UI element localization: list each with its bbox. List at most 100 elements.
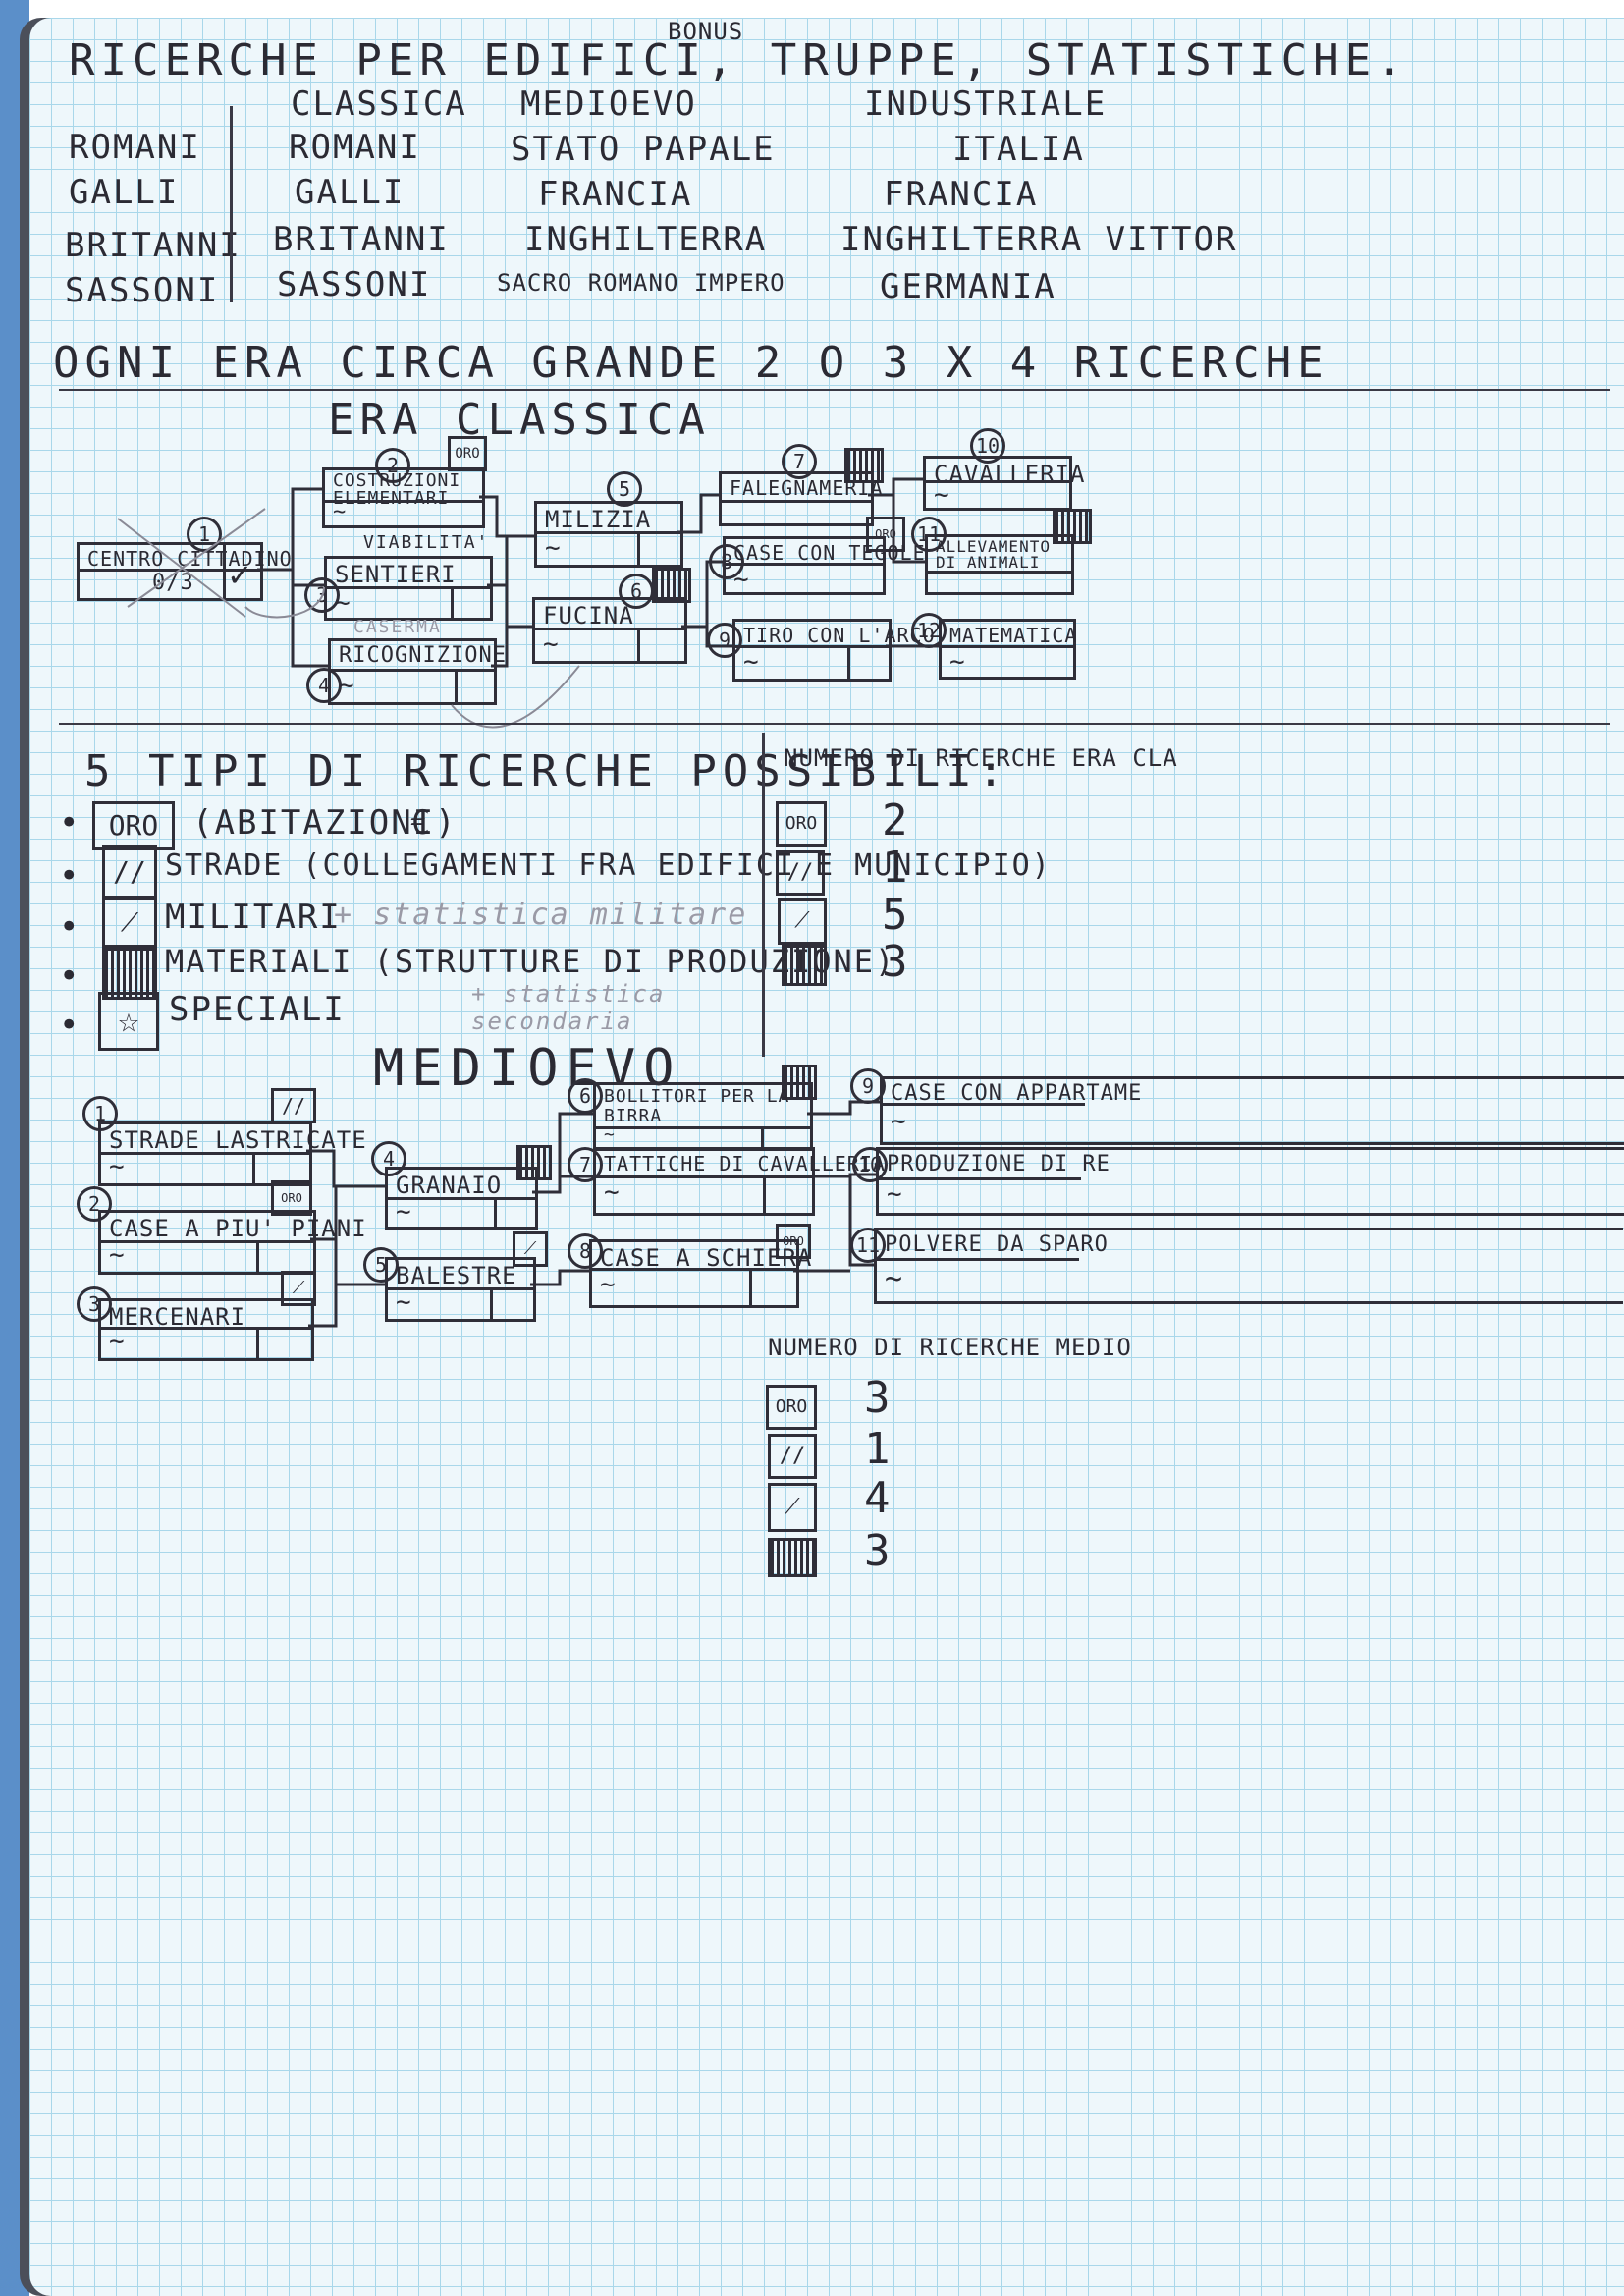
wave-icon: ~ bbox=[543, 629, 559, 659]
count-value: 3 bbox=[864, 1526, 896, 1576]
count-value: 4 bbox=[864, 1473, 896, 1523]
count-value: 3 bbox=[882, 937, 914, 987]
civ-left-4: SASSONI bbox=[65, 271, 220, 310]
count-divider bbox=[762, 733, 765, 1057]
node-note: VIABILITA' bbox=[363, 532, 490, 553]
wave-icon: ~ bbox=[885, 1262, 903, 1296]
materials-count-icon bbox=[782, 945, 827, 986]
road-badge-icon: // bbox=[271, 1088, 316, 1123]
industriale-item-1: ITALIA bbox=[952, 130, 1085, 169]
wave-icon: ~ bbox=[600, 1270, 616, 1299]
section-divider-1 bbox=[59, 389, 1610, 391]
type-text: MILITARI bbox=[165, 898, 342, 937]
wave-icon: ~ bbox=[887, 1179, 902, 1209]
sword-count-icon: ⟋ bbox=[778, 898, 827, 945]
node-label: CASE A PIU' PIANI bbox=[109, 1215, 367, 1242]
wave-icon: ~ bbox=[339, 671, 354, 700]
medioevo-item-4: SACRO ROMANO IMPERO bbox=[497, 269, 785, 297]
node-label: CASE CON TEGOLE bbox=[733, 541, 926, 565]
wave-icon: ~ bbox=[109, 1327, 125, 1356]
wave-icon: ~ bbox=[604, 1177, 620, 1207]
civ-divider bbox=[230, 106, 233, 302]
research-node-centro-cittadino: CENTRO CITTADINO 0/3 ✓ bbox=[77, 542, 292, 601]
research-node-milizia: MILIZIA ~ bbox=[534, 501, 683, 568]
node-label: ALLEVAMENTO DI ANIMALI bbox=[936, 537, 1051, 572]
type-text: STRADE (COLLEGAMENTI FRA EDIFICI E MUNIC… bbox=[165, 848, 1052, 883]
wave-icon: ~ bbox=[335, 588, 351, 618]
bullet: • bbox=[59, 1006, 81, 1045]
bonus-note: BONUS bbox=[668, 18, 744, 45]
count-value: 1 bbox=[864, 1424, 896, 1474]
notebook-page: { "header": { "title": "RICERCHE PER EDI… bbox=[29, 18, 1624, 2296]
road-count-icon: // bbox=[768, 1434, 817, 1479]
classica-item-4: SASSONI bbox=[277, 265, 432, 304]
research-node-sentieri: SENTIERI ~ bbox=[324, 556, 493, 621]
type-extra: + statistica militare bbox=[334, 898, 748, 932]
notebook-cover-edge bbox=[0, 0, 29, 2296]
research-node-tattiche: TATTICHE DI CAVALLERIA ~ bbox=[593, 1147, 885, 1216]
node-label: BALESTRE bbox=[396, 1262, 517, 1289]
era-medioevo-heading: MEDIOEVO bbox=[520, 84, 697, 124]
research-node-mercenari: MERCENARI ~ bbox=[98, 1298, 314, 1361]
node-label: FALEGNAMERIA bbox=[730, 476, 884, 500]
wave-icon: ~ bbox=[604, 1124, 615, 1145]
bullet: • bbox=[59, 803, 81, 843]
research-node-polvere: POLVERE DA SPARO ~ bbox=[874, 1228, 1623, 1304]
wave-icon: ~ bbox=[396, 1197, 411, 1227]
civ-left-1: ROMANI bbox=[69, 128, 201, 167]
type-extra: + statistica secondaria bbox=[471, 980, 666, 1035]
road-count-icon: // bbox=[776, 850, 825, 896]
industriale-item-3: INGHILTERRA VITTOR bbox=[840, 220, 1238, 259]
classica-item-1: ROMANI bbox=[289, 128, 421, 167]
research-node-case-piu-piani: CASE A PIU' PIANI ~ bbox=[98, 1210, 366, 1275]
bullet: • bbox=[59, 856, 81, 896]
node-label: BOLLITORI PER LA BIRRA bbox=[604, 1086, 790, 1126]
node-label: FUCINA bbox=[543, 602, 634, 629]
research-node-allevamento: ALLEVAMENTO DI ANIMALI bbox=[925, 534, 1074, 595]
node-label: CAVALLERIA bbox=[934, 461, 1086, 488]
research-node-produzione: PRODUZIONE DI RE ~ bbox=[876, 1147, 1624, 1216]
research-node-tiro-arco: TIRO CON L'ARCO ~ bbox=[732, 619, 935, 682]
node-label: TIRO CON L'ARCO bbox=[743, 624, 936, 647]
node-label: TATTICHE DI CAVALLERIA bbox=[604, 1152, 886, 1175]
section-divider-2 bbox=[59, 723, 1610, 725]
node-progress: 0/3 bbox=[152, 571, 194, 595]
count-medieval-title: NUMERO DI RICERCHE MEDIO bbox=[768, 1334, 1132, 1361]
wave-icon: ~ bbox=[396, 1287, 411, 1317]
wave-icon: ~ bbox=[934, 480, 949, 510]
star-type-icon: ☆ bbox=[98, 992, 159, 1051]
wave-icon: ~ bbox=[109, 1240, 125, 1270]
count-value: 3 bbox=[864, 1373, 896, 1423]
classica-item-2: GALLI bbox=[295, 173, 406, 212]
research-node-strade-lastricate: STRADE LASTRICATE ~ bbox=[98, 1121, 366, 1186]
research-node-case-tegole: CASE CON TEGOLE ~ bbox=[723, 536, 925, 595]
era-classica-title: ERA CLASSICA bbox=[328, 395, 711, 445]
research-node-case-appartamenti: CASE CON APPARTAME ~ bbox=[880, 1076, 1624, 1145]
node-label: GRANAIO bbox=[396, 1172, 503, 1199]
research-node-fucina: FUCINA ~ bbox=[532, 597, 687, 664]
research-node-ricognizione: RICOGNIZIONE ~ bbox=[328, 638, 506, 705]
count-value: 5 bbox=[882, 890, 914, 940]
sword-type-icon: ⟋ bbox=[102, 896, 157, 951]
gold-type-icon: ORO bbox=[92, 801, 175, 850]
medioevo-item-3: INGHILTERRA bbox=[524, 220, 768, 259]
sword-count-icon: ⟋ bbox=[768, 1483, 817, 1532]
research-node-granaio: GRANAIO ~ bbox=[385, 1167, 538, 1230]
node-label: STRADE LASTRICATE bbox=[109, 1126, 367, 1154]
civ-left-2: GALLI bbox=[69, 173, 180, 212]
node-label: CENTRO CITTADINO bbox=[87, 547, 293, 571]
count-classic-title: NUMERO DI RICERCHE ERA CLA bbox=[784, 744, 1178, 772]
gold-badge-icon: ORO bbox=[448, 436, 487, 471]
industriale-item-4: GERMANIA bbox=[880, 267, 1056, 306]
node-label: MATEMATICA bbox=[949, 624, 1078, 647]
research-node-falegnameria: FALEGNAMERIA bbox=[719, 471, 883, 526]
medioevo-item-1: STATO PAPALE bbox=[511, 130, 776, 169]
wave-icon: ~ bbox=[109, 1152, 125, 1181]
wave-icon: ~ bbox=[545, 533, 561, 563]
gold-count-icon: ORO bbox=[766, 1385, 817, 1430]
research-node-costruzioni: COSTRUZIONI ELEMENTARI ~ bbox=[322, 467, 485, 528]
node-label: MILIZIA bbox=[545, 506, 652, 533]
era-size-note: OGNI ERA CIRCA GRANDE 2 O 3 X 4 RICERCHE bbox=[53, 338, 1329, 388]
research-node-matematica: MATEMATICA ~ bbox=[939, 619, 1076, 680]
wave-icon: ~ bbox=[743, 647, 759, 677]
